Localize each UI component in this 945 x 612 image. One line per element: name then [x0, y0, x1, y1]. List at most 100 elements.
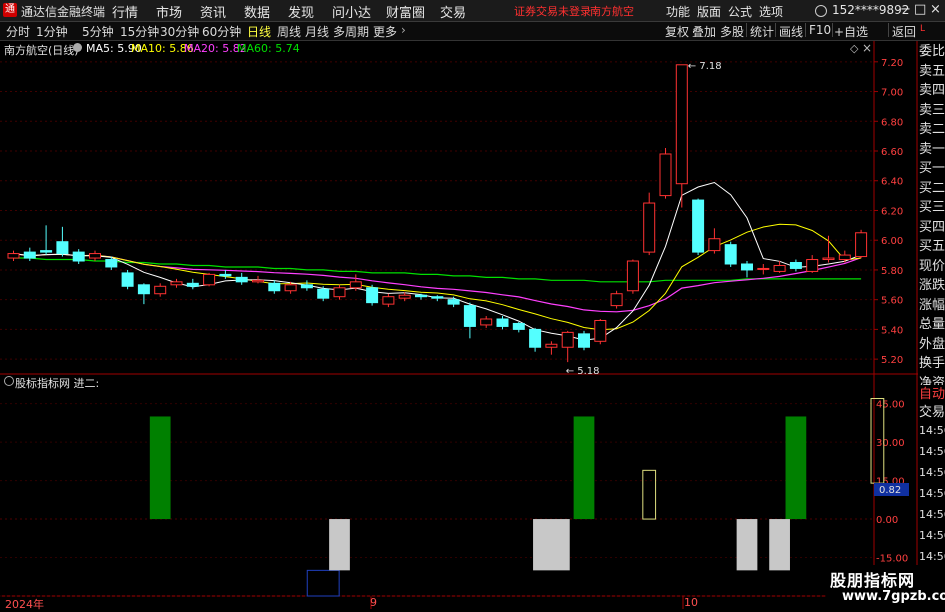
tab-daily[interactable]: 日线	[247, 23, 271, 40]
tool-f10[interactable]: F10	[809, 23, 831, 37]
candle-body	[594, 319, 607, 342]
indicator-tick-label: 0.00	[876, 515, 898, 526]
quote-label: 涨幅	[918, 295, 945, 315]
menu-function[interactable]: 功能	[666, 3, 690, 20]
tab-intraday[interactable]: 分时	[6, 23, 30, 40]
indicator-bar	[329, 519, 350, 571]
trade-login-warning[interactable]: 证券交易未登录	[514, 3, 591, 19]
menu-wealth[interactable]: 财富圈	[386, 2, 425, 21]
high-price-label: ← 7.18	[688, 61, 722, 72]
toolbar-divider	[775, 23, 776, 37]
watermark-url: www.7gpzb.com	[842, 589, 945, 604]
menu-market[interactable]: 市场	[156, 2, 182, 21]
candle-body	[252, 279, 264, 283]
candle-body	[578, 333, 590, 348]
trade-time: 14:56	[918, 547, 945, 566]
app-title: 通达信金融终端	[21, 5, 106, 19]
price-tick-label: 6.40	[881, 177, 903, 188]
menu-data[interactable]: 数据	[244, 2, 270, 21]
trade-label[interactable]: 交易	[918, 403, 945, 422]
price-tick-label: 5.80	[881, 266, 903, 277]
month-label-9: 9	[370, 596, 377, 609]
menu-layout[interactable]: 版面	[697, 3, 721, 20]
quote-label: 买三	[918, 198, 945, 217]
quote-label: 卖五	[918, 61, 945, 81]
quote-label: 买二	[918, 178, 945, 198]
tool-overlay[interactable]: 叠加	[692, 23, 716, 40]
candle-body	[203, 273, 216, 286]
quote-label: 现价	[918, 256, 945, 276]
menu-trade[interactable]: 交易	[440, 2, 466, 21]
tab-multi-period[interactable]: 多周期	[333, 23, 369, 40]
menu-options[interactable]: 选项	[759, 3, 783, 20]
chevron-right-icon[interactable]: ›	[401, 23, 406, 37]
tab-weekly[interactable]: 周线	[277, 23, 301, 40]
price-tick-label: 6.20	[881, 206, 903, 217]
candle-body	[480, 318, 493, 326]
indicator-tick-label: -15.00	[876, 554, 908, 565]
candle-body	[561, 331, 574, 348]
settings-diamond-icon[interactable]: ◇	[850, 42, 858, 55]
price-tick-label: 6.80	[881, 117, 903, 128]
settings-circle-icon[interactable]	[73, 43, 82, 52]
candle-body	[170, 281, 183, 286]
candle-body	[806, 259, 819, 272]
candle-body	[822, 257, 835, 261]
candle-body	[89, 253, 101, 259]
kline-chart-area[interactable]: 7.20 7.00 6.80 6.60 6.40 6.20 6.00 5.80 5.60 5.40…	[0, 41, 945, 609]
close-button[interactable]: ×	[930, 2, 941, 17]
indicator-toggle-icon[interactable]	[4, 376, 14, 386]
toolbar-divider	[746, 23, 747, 37]
user-icon[interactable]	[815, 5, 827, 17]
indicator-label: 股标指标网 进二:	[15, 377, 100, 390]
menu-quotes[interactable]: 行情	[112, 2, 138, 21]
year-label: 2024年	[5, 598, 44, 611]
tool-draw[interactable]: 画线	[779, 23, 803, 40]
quote-label: 外盘	[918, 334, 945, 354]
candle-body	[643, 202, 656, 253]
candle-body	[431, 296, 444, 299]
tool-back[interactable]: 返回	[892, 23, 916, 40]
toolbar-divider	[888, 23, 889, 37]
menu-discover[interactable]: 发现	[288, 2, 314, 21]
auto-label[interactable]: 自动	[918, 385, 945, 404]
account-number[interactable]: 152****9892	[832, 3, 909, 17]
menu-formula[interactable]: 公式	[728, 3, 752, 20]
tool-add-watchlist[interactable]: +自选	[834, 23, 868, 40]
menu-news[interactable]: 资讯	[200, 2, 226, 21]
candle-body	[626, 260, 639, 292]
quote-label: 卖四	[918, 81, 945, 100]
stock-name-link[interactable]: 南方航空	[590, 3, 634, 19]
tool-adjust[interactable]: 复权	[665, 23, 689, 40]
candle-body	[675, 64, 688, 185]
month-label-10: 10	[684, 596, 698, 609]
candle-body	[741, 263, 753, 271]
minimize-button[interactable]: −	[900, 2, 911, 17]
maximize-button[interactable]: □	[914, 2, 926, 17]
candle-body	[789, 262, 802, 269]
close-icon[interactable]: ×	[862, 41, 872, 55]
candle-body	[72, 251, 85, 262]
tab-30min[interactable]: 30分钟	[160, 23, 199, 40]
indicator-bar	[736, 519, 758, 571]
quote-label: 买四	[918, 217, 945, 237]
tool-stats[interactable]: 统计	[750, 23, 774, 40]
tool-multi-stock[interactable]: 多股	[720, 23, 744, 40]
tab-monthly[interactable]: 月线	[305, 23, 329, 40]
indicator-bar	[573, 416, 595, 520]
tab-60min[interactable]: 60分钟	[202, 23, 241, 40]
low-price-label: ← 5.18	[566, 366, 600, 377]
quote-label: 买一	[918, 159, 945, 178]
l-marker: L	[920, 24, 926, 34]
tab-1min[interactable]: 1分钟	[36, 23, 68, 40]
candle-body	[300, 284, 313, 289]
price-tick-label: 5.40	[881, 325, 903, 336]
tab-15min[interactable]: 15分钟	[120, 23, 159, 40]
tab-more[interactable]: 更多	[373, 23, 397, 40]
tab-5min[interactable]: 5分钟	[82, 23, 114, 40]
candle-body	[773, 264, 786, 272]
candle-body	[268, 282, 281, 292]
indicator-bar	[785, 416, 807, 520]
menu-ask[interactable]: 问小达	[332, 2, 371, 21]
indicator-bar	[149, 416, 171, 520]
